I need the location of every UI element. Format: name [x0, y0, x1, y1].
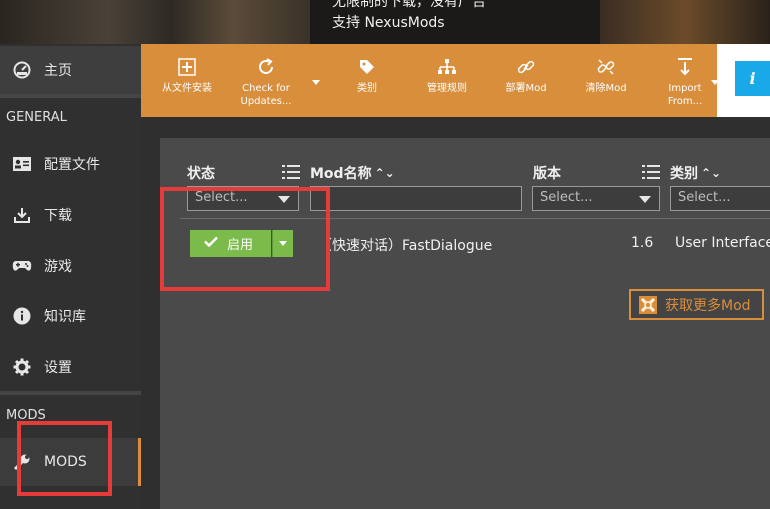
column-title: 状态	[187, 166, 215, 182]
sidebar-section-general: GENERAL	[6, 110, 67, 125]
gear-icon	[12, 357, 32, 377]
column-header-mod-name[interactable]: Mod名称 ⌃⌄	[310, 163, 395, 183]
sidebar-item-downloads[interactable]: 下载	[0, 191, 141, 239]
mod-category-cell: User Interface	[675, 235, 770, 251]
dashboard-icon	[12, 60, 32, 80]
version-filter-select[interactable]: Select...	[532, 186, 660, 211]
sidebar-item-games[interactable]: 游戏	[0, 242, 141, 290]
toolbar-label: 清除Mod	[585, 83, 627, 94]
refresh-icon	[256, 56, 276, 78]
sort-icon: ⌃⌄	[701, 166, 722, 180]
profile-icon	[12, 154, 32, 174]
banner-line-2: 支持 NexusMods	[332, 15, 445, 31]
mod-name-filter-input[interactable]	[310, 186, 522, 211]
banner-art	[0, 0, 310, 44]
annotation-highlight-mods	[17, 421, 112, 496]
toolbar-label: Check for	[242, 83, 290, 94]
sidebar-divider	[0, 391, 141, 395]
column-options-icon[interactable]	[282, 164, 300, 180]
sidebar-item-settings[interactable]: 设置	[0, 343, 141, 391]
check-updates-dropdown-arrow[interactable]	[312, 80, 320, 85]
annotation-highlight-status	[160, 187, 330, 291]
get-more-label: 获取更多Mod	[665, 297, 751, 314]
sidebar-item-knowledge-base[interactable]: 知识库	[0, 292, 141, 340]
purge-mods-button[interactable]: 清除Mod	[576, 44, 636, 117]
toolbar-label: Import	[668, 83, 702, 94]
banner-line-1: 无限制的下载，没有广告	[332, 0, 486, 10]
nexus-icon	[639, 295, 657, 314]
premium-banner[interactable]: 无限制的下载，没有广告 支持 NexusMods	[0, 0, 770, 44]
sidebar-divider	[0, 94, 141, 98]
manage-rules-button[interactable]: 管理规则	[417, 44, 477, 117]
link-icon	[516, 56, 536, 78]
sidebar-item-label: 知识库	[44, 309, 86, 325]
category-filter-select[interactable]: Select...	[670, 186, 770, 211]
sidebar-item-profiles[interactable]: 配置文件	[0, 140, 141, 188]
sidebar-item-label: 下载	[44, 208, 72, 224]
category-button[interactable]: 类别	[337, 44, 397, 117]
check-for-updates-button[interactable]: Check for Updates...	[236, 44, 296, 117]
toolbar-label: From...	[667, 96, 703, 107]
chevron-down-icon	[639, 196, 651, 203]
sitemap-icon	[437, 56, 457, 78]
sidebar-item-home[interactable]: 主页	[0, 46, 141, 94]
info-button[interactable]: i	[735, 61, 770, 96]
column-title: Mod名称	[310, 166, 372, 182]
plus-icon	[178, 56, 196, 78]
column-title: 类别	[670, 166, 698, 182]
download-icon	[12, 205, 32, 225]
vortex-window: 无限制的下载，没有广告 支持 NexusMods 主页 GENERAL 配置文件…	[0, 0, 770, 509]
sort-icon: ⌃⌄	[374, 166, 395, 180]
unlink-icon	[596, 56, 616, 78]
column-options-icon[interactable]	[642, 164, 660, 180]
install-from-file-button[interactable]: 从文件安装	[157, 44, 217, 117]
toolbar-label: 部署Mod	[505, 83, 547, 94]
filter-placeholder: Select...	[678, 190, 731, 205]
toolbar-label: Updates...	[240, 96, 292, 107]
mod-version-cell: 1.6	[631, 235, 654, 251]
deploy-mods-button[interactable]: 部署Mod	[496, 44, 556, 117]
mods-toolbar: 从文件安装 Check for Updates... 类别 管理规则 部署Mod…	[141, 44, 770, 117]
column-header-status[interactable]: 状态	[187, 163, 215, 183]
import-icon	[676, 56, 694, 78]
column-header-version[interactable]: 版本	[533, 163, 561, 183]
mod-name-cell[interactable]: （快速对话）FastDialogue	[318, 235, 492, 255]
toolbar-label: 管理规则	[427, 83, 467, 94]
filter-placeholder: Select...	[540, 190, 593, 205]
get-more-mods-button[interactable]: 获取更多Mod	[629, 289, 764, 320]
info-icon: i	[749, 69, 756, 88]
sidebar-item-label: 游戏	[44, 259, 72, 275]
import-from-button[interactable]: Import From...	[655, 44, 715, 117]
sidebar-item-label: 配置文件	[44, 157, 100, 173]
toolbar-label: 类别	[357, 83, 377, 94]
column-title: 版本	[533, 166, 561, 182]
sidebar-item-label: 设置	[44, 360, 72, 376]
banner-art-right	[600, 0, 770, 44]
gamepad-icon	[12, 256, 32, 276]
sidebar-item-label: 主页	[44, 63, 72, 79]
column-header-category[interactable]: 类别 ⌃⌄	[670, 163, 721, 183]
info-icon	[12, 306, 32, 326]
tag-icon	[358, 56, 376, 78]
toolbar-label: 从文件安装	[162, 83, 212, 94]
